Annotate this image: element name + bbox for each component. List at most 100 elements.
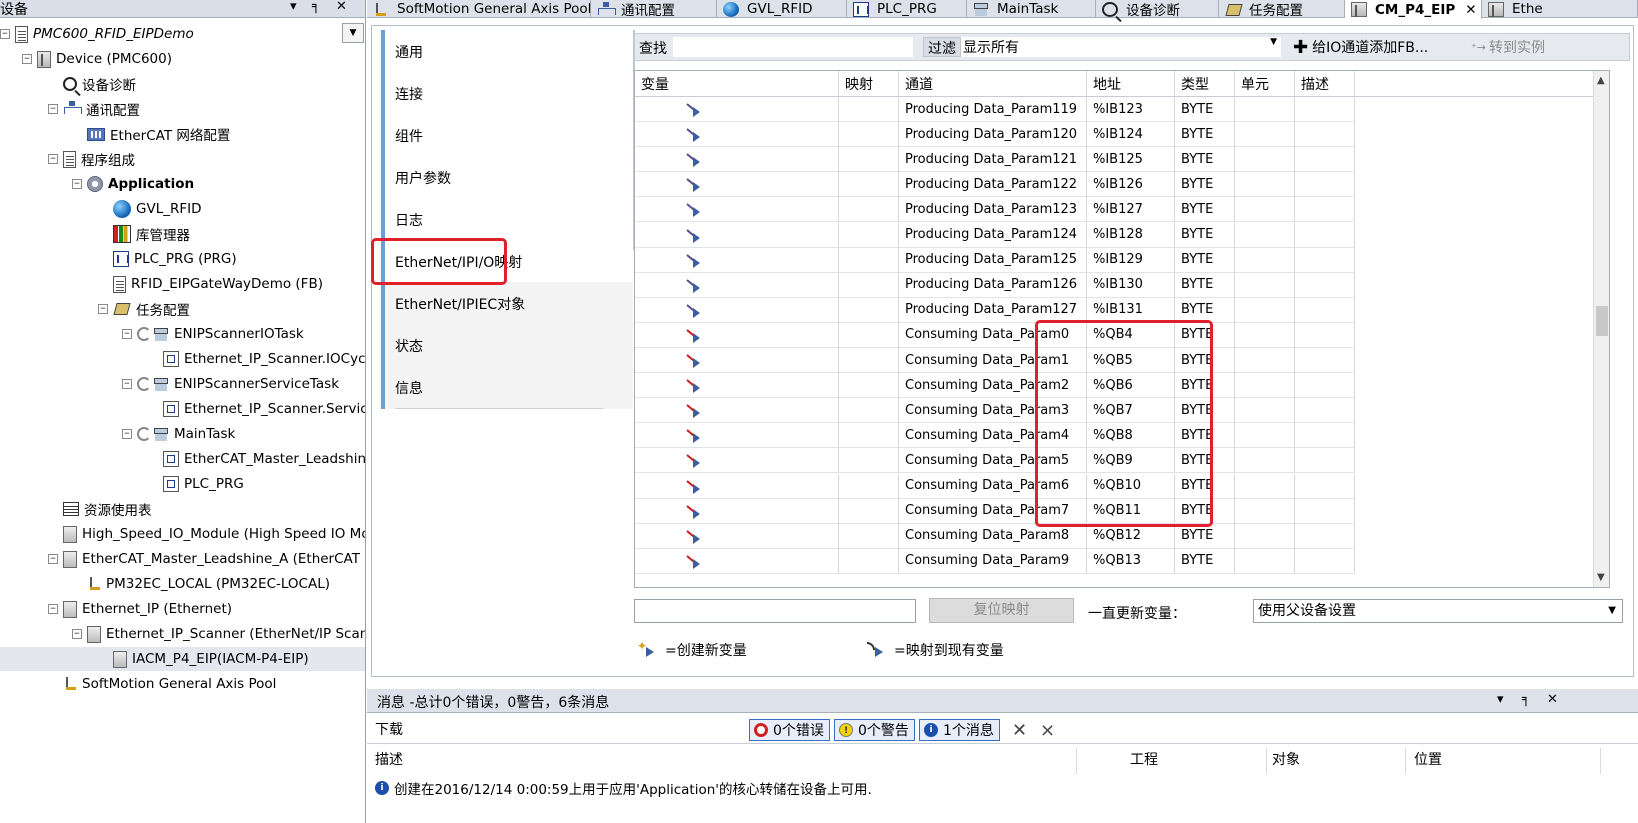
info-filter-button[interactable]: i 1个消息 xyxy=(919,719,1000,741)
side-tab-log[interactable]: 日志 xyxy=(381,198,633,241)
tab-1[interactable]: SoftMotion General Axis Pool xyxy=(367,0,591,18)
table-row[interactable]: Consuming Data_Param4 %QB8 BYTE xyxy=(635,423,1595,449)
table-row[interactable]: Producing Data_Param127 %IB131 BYTE xyxy=(635,297,1595,323)
reset-mapping-button[interactable]: 复位映射 xyxy=(929,598,1074,623)
table-row[interactable]: Consuming Data_Param8 %QB12 BYTE xyxy=(635,523,1595,549)
tree-item[interactable]: − Application xyxy=(72,172,194,196)
reset-mapping-input[interactable] xyxy=(634,599,916,623)
goto-instance-button[interactable]: ⁺→ 转到实例 xyxy=(1465,36,1551,58)
column-header[interactable]: 类型 xyxy=(1175,71,1235,97)
filter-select[interactable]: 显示所有 ▼ xyxy=(961,37,1281,57)
tree-item[interactable]: − PMC600_RFID_EIPDemo xyxy=(0,22,194,46)
table-row[interactable]: Consuming Data_Param2 %QB6 BYTE xyxy=(635,373,1595,399)
tab-5[interactable]: MainTask xyxy=(967,0,1096,18)
table-cell[interactable] xyxy=(635,147,839,173)
side-tab-user-params[interactable]: 用户参数 xyxy=(381,156,633,199)
scroll-down-icon[interactable]: ▼ xyxy=(1597,572,1605,583)
table-cell[interactable] xyxy=(635,523,839,549)
side-tab-components[interactable]: 组件 xyxy=(381,114,633,157)
tree-item[interactable]: 资源使用表 xyxy=(48,497,152,521)
table-row[interactable]: Producing Data_Param126 %IB130 BYTE xyxy=(635,272,1595,298)
tree-item[interactable]: EtherCAT 网络配置 xyxy=(72,122,230,146)
table-row[interactable]: Producing Data_Param125 %IB129 BYTE xyxy=(635,247,1595,273)
message-column-header[interactable]: 位置 xyxy=(1406,748,1601,774)
table-cell[interactable] xyxy=(635,473,839,499)
table-cell[interactable] xyxy=(635,197,839,223)
panel-menu-icon[interactable]: ▾ xyxy=(1497,692,1504,707)
collapse-icon[interactable]: − xyxy=(48,104,58,114)
collapse-icon[interactable]: − xyxy=(122,379,132,389)
table-cell[interactable] xyxy=(635,348,839,373)
collapse-icon[interactable]: − xyxy=(72,629,82,639)
table-cell[interactable] xyxy=(635,548,839,574)
collapse-icon[interactable]: − xyxy=(0,29,10,39)
table-row[interactable]: Consuming Data_Param3 %QB7 BYTE xyxy=(635,398,1595,424)
table-cell[interactable] xyxy=(635,398,839,424)
tree-item[interactable]: IACM_P4_EIP(IACM-P4-EIP) xyxy=(0,647,365,671)
side-tab-status[interactable]: 状态 xyxy=(381,324,633,367)
column-header[interactable]: 映射 xyxy=(839,71,899,97)
panel-menu-icon[interactable]: ▾ xyxy=(290,0,297,14)
side-tab-eip-iec-objects[interactable]: EtherNet/IPIEC对象 xyxy=(381,282,633,325)
tab-3[interactable]: GVL_RFID xyxy=(717,0,847,18)
scrollbar-thumb[interactable] xyxy=(1596,306,1608,336)
tree-item[interactable]: PM32EC_LOCAL (PM32EC-LOCAL) xyxy=(72,572,330,596)
tree-item[interactable]: − MainTask xyxy=(122,422,235,446)
table-row[interactable]: Consuming Data_Param1 %QB5 BYTE xyxy=(635,348,1595,373)
side-tab-connection[interactable]: 连接 xyxy=(381,72,633,115)
column-header[interactable]: 地址 xyxy=(1087,71,1175,97)
side-tab-general[interactable]: 通用 xyxy=(381,30,633,73)
pin-icon[interactable]: ╕ xyxy=(312,0,320,14)
pin-icon[interactable]: ╕ xyxy=(1522,692,1530,707)
column-header[interactable]: 变量 xyxy=(635,71,839,97)
tree-item[interactable]: Ethernet_IP_Scanner.IOCyc xyxy=(148,347,365,371)
collapse-icon[interactable]: − xyxy=(98,304,108,314)
table-row[interactable]: Producing Data_Param124 %IB128 BYTE xyxy=(635,222,1595,248)
message-column-header[interactable]: 对象 xyxy=(1264,748,1406,774)
collapse-icon[interactable]: − xyxy=(122,329,132,339)
tab-9[interactable]: Ethe xyxy=(1482,0,1638,18)
table-cell[interactable] xyxy=(635,423,839,449)
close-panel-icon[interactable]: ✕ xyxy=(336,0,347,14)
errors-filter-button[interactable]: 0个错误 xyxy=(749,719,830,741)
clear-messages-icon[interactable]: ✕ xyxy=(1012,720,1027,741)
find-input[interactable] xyxy=(673,37,913,57)
tree-item[interactable]: PLC_PRG (PRG) xyxy=(98,247,237,271)
table-row[interactable]: Producing Data_Param123 %IB127 BYTE xyxy=(635,197,1595,223)
table-cell[interactable] xyxy=(635,247,839,273)
table-row[interactable]: Producing Data_Param119 %IB123 BYTE xyxy=(635,97,1595,122)
tab-8[interactable]: CM_P4_EIP ✕ xyxy=(1345,0,1482,19)
tree-item[interactable]: RFID_EIPGateWayDemo (FB) xyxy=(98,272,323,296)
tree-item[interactable]: 设备诊断 xyxy=(48,72,136,96)
table-row[interactable]: Producing Data_Param122 %IB126 BYTE xyxy=(635,172,1595,198)
clear-all-messages-icon[interactable]: ⨯ xyxy=(1040,720,1055,741)
vertical-scrollbar[interactable]: ▲ ▼ xyxy=(1593,71,1609,587)
tab-4[interactable]: PLC_PRG xyxy=(847,0,967,18)
table-cell[interactable] xyxy=(635,448,839,474)
tab-7[interactable]: 任务配置 xyxy=(1219,0,1345,19)
tree-item[interactable]: − Ethernet_IP (Ethernet) xyxy=(48,597,232,621)
tree-item[interactable]: Ethernet_IP_Scanner.Servic xyxy=(148,397,365,421)
tree-item[interactable]: 库管理器 xyxy=(98,222,190,246)
table-cell[interactable] xyxy=(635,498,839,524)
table-cell[interactable] xyxy=(635,172,839,198)
table-row[interactable]: Producing Data_Param120 %IB124 BYTE xyxy=(635,122,1595,148)
table-row[interactable]: Consuming Data_Param5 %QB9 BYTE xyxy=(635,448,1595,474)
close-panel-icon[interactable]: ✕ xyxy=(1547,692,1558,707)
table-cell[interactable] xyxy=(635,222,839,248)
table-cell[interactable] xyxy=(635,322,839,348)
tree-item[interactable]: − 任务配置 xyxy=(98,297,190,321)
table-row[interactable]: Producing Data_Param121 %IB125 BYTE xyxy=(635,147,1595,173)
tree-item[interactable]: GVL_RFID xyxy=(98,197,202,221)
tree-item[interactable]: − Ethernet_IP_Scanner (EtherNet/IP Scann xyxy=(72,622,365,646)
warnings-filter-button[interactable]: ! 0个警告 xyxy=(834,719,915,741)
table-row[interactable]: Consuming Data_Param6 %QB10 BYTE xyxy=(635,473,1595,499)
table-row[interactable]: Consuming Data_Param7 %QB11 BYTE xyxy=(635,498,1595,524)
add-fb-button[interactable]: ✚ 给IO通道添加FB... xyxy=(1287,36,1434,58)
close-tab-icon[interactable]: ✕ xyxy=(1465,2,1476,18)
table-row[interactable]: Consuming Data_Param9 %QB13 BYTE xyxy=(635,548,1595,574)
table-cell[interactable] xyxy=(635,297,839,323)
collapse-icon[interactable]: − xyxy=(72,179,82,189)
tree-item[interactable]: High_Speed_IO_Module (High Speed IO Modu xyxy=(48,522,365,546)
always-update-select[interactable]: 使用父设备设置 ▼ xyxy=(1253,599,1623,623)
